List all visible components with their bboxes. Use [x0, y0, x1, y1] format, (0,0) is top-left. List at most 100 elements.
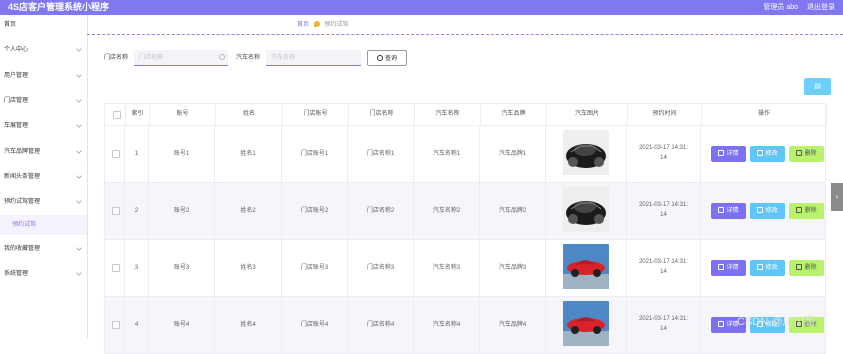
table-cell: 2021-03-17 14:31: 14	[627, 183, 701, 239]
trash-icon	[796, 150, 803, 157]
delete-button[interactable]: 删除	[789, 146, 824, 162]
sidebar-item[interactable]: 预约试驾	[0, 215, 87, 235]
edit-button[interactable]: 修改	[750, 146, 785, 162]
appointment-time: 2021-03-17 14:31: 14	[627, 257, 700, 277]
table-cell: 账号3	[149, 240, 215, 296]
detail-button-label: 详情	[726, 208, 739, 214]
table-cell: 姓名4	[215, 297, 282, 353]
details-icon	[718, 207, 725, 214]
select-all-checkbox[interactable]	[113, 111, 121, 119]
table-row: 4 账号4 姓名4 门店账号4 门店名称4 汽车名称4 汽车品牌4 2021-03-17 14…	[104, 297, 826, 354]
table-row: 2 账号2 姓名2 门店账号2 门店名称2 汽车名称2 汽车品牌2 2021-03-17 14…	[104, 183, 826, 240]
car-name-label: 汽车名称	[236, 55, 261, 61]
car-name-input[interactable]	[266, 50, 361, 66]
table-cell: 2021-03-17 14:31: 14	[627, 297, 701, 353]
table-row: 1 账号1 姓名1 门店账号1 门店名称1 汽车名称1 汽车品牌1 2021-03-17 14…	[104, 126, 826, 183]
table-cell: 门店账号1	[282, 126, 348, 182]
table-cell: 门店名称3	[348, 240, 414, 296]
top-bar: 4S店客户管理系统小程序 管理员 abo 退出登录	[0, 0, 843, 15]
edit-button-label: 修改	[765, 208, 778, 214]
breadcrumb: 首页 预约试驾	[297, 16, 348, 34]
car-image	[563, 187, 609, 232]
details-icon	[718, 264, 725, 271]
column-header: 索引	[126, 104, 150, 125]
detail-button[interactable]: 详情	[711, 146, 746, 162]
store-name-label: 门店名称	[104, 55, 129, 61]
chevron-down-icon	[76, 245, 82, 251]
table-cell: 汽车名称3	[414, 240, 480, 296]
sidebar-item[interactable]: 个人中心	[0, 40, 87, 60]
appointment-time-seconds: 14	[660, 155, 667, 161]
sidebar-item[interactable]: 车展管理	[0, 116, 87, 136]
edit-button[interactable]: 修改	[750, 203, 785, 219]
row-checkbox[interactable]	[112, 150, 120, 158]
table-cell: 汽车品牌4	[480, 297, 546, 353]
table-cell: 汽车名称4	[414, 297, 480, 353]
table-cell	[546, 297, 627, 353]
table-cell: 汽车品牌3	[480, 240, 546, 296]
sidebar-item-label: 汽车品牌管理	[4, 149, 41, 155]
delete-button-label: 删除	[804, 265, 817, 271]
delete-all-button[interactable]: ▤	[804, 78, 831, 95]
sidebar-item[interactable]: 汽车品牌管理	[0, 142, 87, 162]
row-checkbox[interactable]	[112, 321, 120, 329]
column-header: 汽车图片	[547, 104, 628, 125]
column-header: 汽车品牌	[481, 104, 547, 125]
table-cell: 1	[125, 126, 149, 182]
table-cell: 4	[125, 297, 149, 353]
detail-button-label: 详情	[726, 151, 739, 157]
sidebar-item-label: 车展管理	[4, 123, 29, 129]
appointment-time-seconds: 14	[660, 269, 667, 275]
row-checkbox[interactable]	[112, 264, 120, 272]
sidebar-item[interactable]: 预约试驾管理	[0, 192, 87, 212]
table-cell: 门店名称2	[348, 183, 414, 239]
search-icon	[219, 54, 225, 60]
breadcrumb-home[interactable]: 首页	[297, 22, 309, 28]
appointment-time: 2021-03-17 14:31: 14	[627, 143, 700, 163]
sidebar-item[interactable]: 首页	[0, 15, 87, 35]
delete-button-label: 删除	[804, 151, 817, 157]
delete-button[interactable]: 删除	[789, 203, 824, 219]
detail-button[interactable]: 详情	[711, 260, 746, 276]
table-cell: 姓名3	[215, 240, 282, 296]
expand-handle-icon[interactable]: ›	[831, 183, 843, 211]
delete-button[interactable]: 删除	[789, 260, 824, 276]
car-image	[563, 244, 609, 289]
appointment-time: 2021-03-17 14:31: 14	[627, 200, 700, 220]
sidebar-item[interactable]: 用户管理	[0, 66, 87, 86]
table-cell: 门店名称4	[348, 297, 414, 353]
sidebar-item[interactable]: 我的收藏管理	[0, 239, 87, 259]
table-cell	[546, 126, 627, 182]
breadcrumb-current: 预约试驾	[324, 22, 349, 28]
edit-button[interactable]: 修改	[750, 260, 785, 276]
store-name-input[interactable]	[134, 50, 228, 66]
sidebar-item-label: 预约试驾管理	[4, 199, 41, 205]
sidebar: 首页个人中心用户管理门店管理车展管理汽车品牌管理新闻头条管理预约试驾管理预约试驾…	[0, 15, 88, 338]
appointment-time-date: 2021-03-17 14:31:	[638, 316, 689, 322]
sidebar-item-label: 首页	[4, 22, 17, 28]
search-icon	[376, 55, 383, 62]
table-cell: 3	[125, 240, 149, 296]
car-image	[563, 301, 609, 346]
sidebar-item[interactable]: 门店管理	[0, 91, 87, 111]
table-cell	[104, 183, 125, 239]
row-checkbox[interactable]	[112, 207, 120, 215]
chevron-down-icon	[76, 270, 82, 276]
sidebar-item[interactable]: 系统管理	[0, 264, 87, 284]
sidebar-item-label: 系统管理	[4, 271, 29, 277]
detail-button[interactable]: 详情	[711, 203, 746, 219]
column-header: 门店名称	[349, 104, 415, 125]
chevron-down-icon	[76, 173, 82, 179]
details-icon	[718, 150, 725, 157]
logout-link[interactable]: 退出登录	[807, 4, 835, 11]
table-cell: 汽车名称1	[414, 126, 480, 182]
table-cell	[104, 126, 125, 182]
header-divider	[87, 34, 843, 35]
appointment-time-date: 2021-03-17 14:31:	[638, 202, 689, 208]
sidebar-item-label: 我的收藏管理	[4, 246, 41, 252]
sidebar-item[interactable]: 新闻头条管理	[0, 167, 87, 187]
table-cell	[546, 240, 627, 296]
table-cell: 姓名1	[215, 126, 282, 182]
appointment-time-seconds: 14	[660, 326, 667, 332]
query-button[interactable]: 查询	[367, 50, 407, 66]
